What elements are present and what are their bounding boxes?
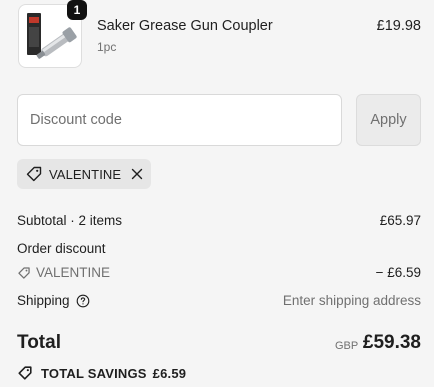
order-discount-code-row: VALENTINE	[17, 265, 110, 280]
applied-discount-code: VALENTINE	[49, 166, 122, 182]
total-savings-value: £6.59	[152, 365, 187, 381]
product-variant: 1pc	[97, 40, 117, 54]
product-name: Saker Grease Gun Coupler	[97, 18, 273, 34]
help-circle-icon[interactable]	[76, 294, 90, 308]
total-savings-label: TOTAL SAVINGS	[41, 365, 147, 381]
tag-icon	[17, 365, 33, 381]
order-discount-value: − £6.59	[375, 265, 421, 280]
order-discount-code: VALENTINE	[36, 265, 111, 280]
tag-icon	[25, 165, 43, 183]
total-label: Total	[17, 332, 61, 353]
subtotal-label: Subtotal · 2 items	[17, 213, 123, 228]
tag-icon	[17, 266, 31, 280]
apply-discount-button[interactable]: Apply	[356, 94, 421, 146]
product-price: £19.98	[376, 18, 421, 34]
shipping-row-label: Shipping	[17, 293, 90, 308]
total-currency: GBP	[335, 340, 359, 352]
subtotal-value: £65.97	[379, 213, 421, 228]
order-discount-label: Order discount	[17, 241, 106, 256]
shipping-label: Shipping	[17, 293, 70, 308]
total-value: £59.38	[362, 332, 421, 353]
quantity-badge: 1	[67, 0, 87, 20]
total-savings-row: TOTAL SAVINGS £6.59	[17, 365, 186, 381]
applied-discount-chip: VALENTINE	[17, 159, 151, 189]
shipping-value: Enter shipping address	[282, 293, 421, 308]
discount-code-input[interactable]	[17, 94, 342, 146]
remove-discount-close-icon[interactable]	[129, 166, 145, 182]
